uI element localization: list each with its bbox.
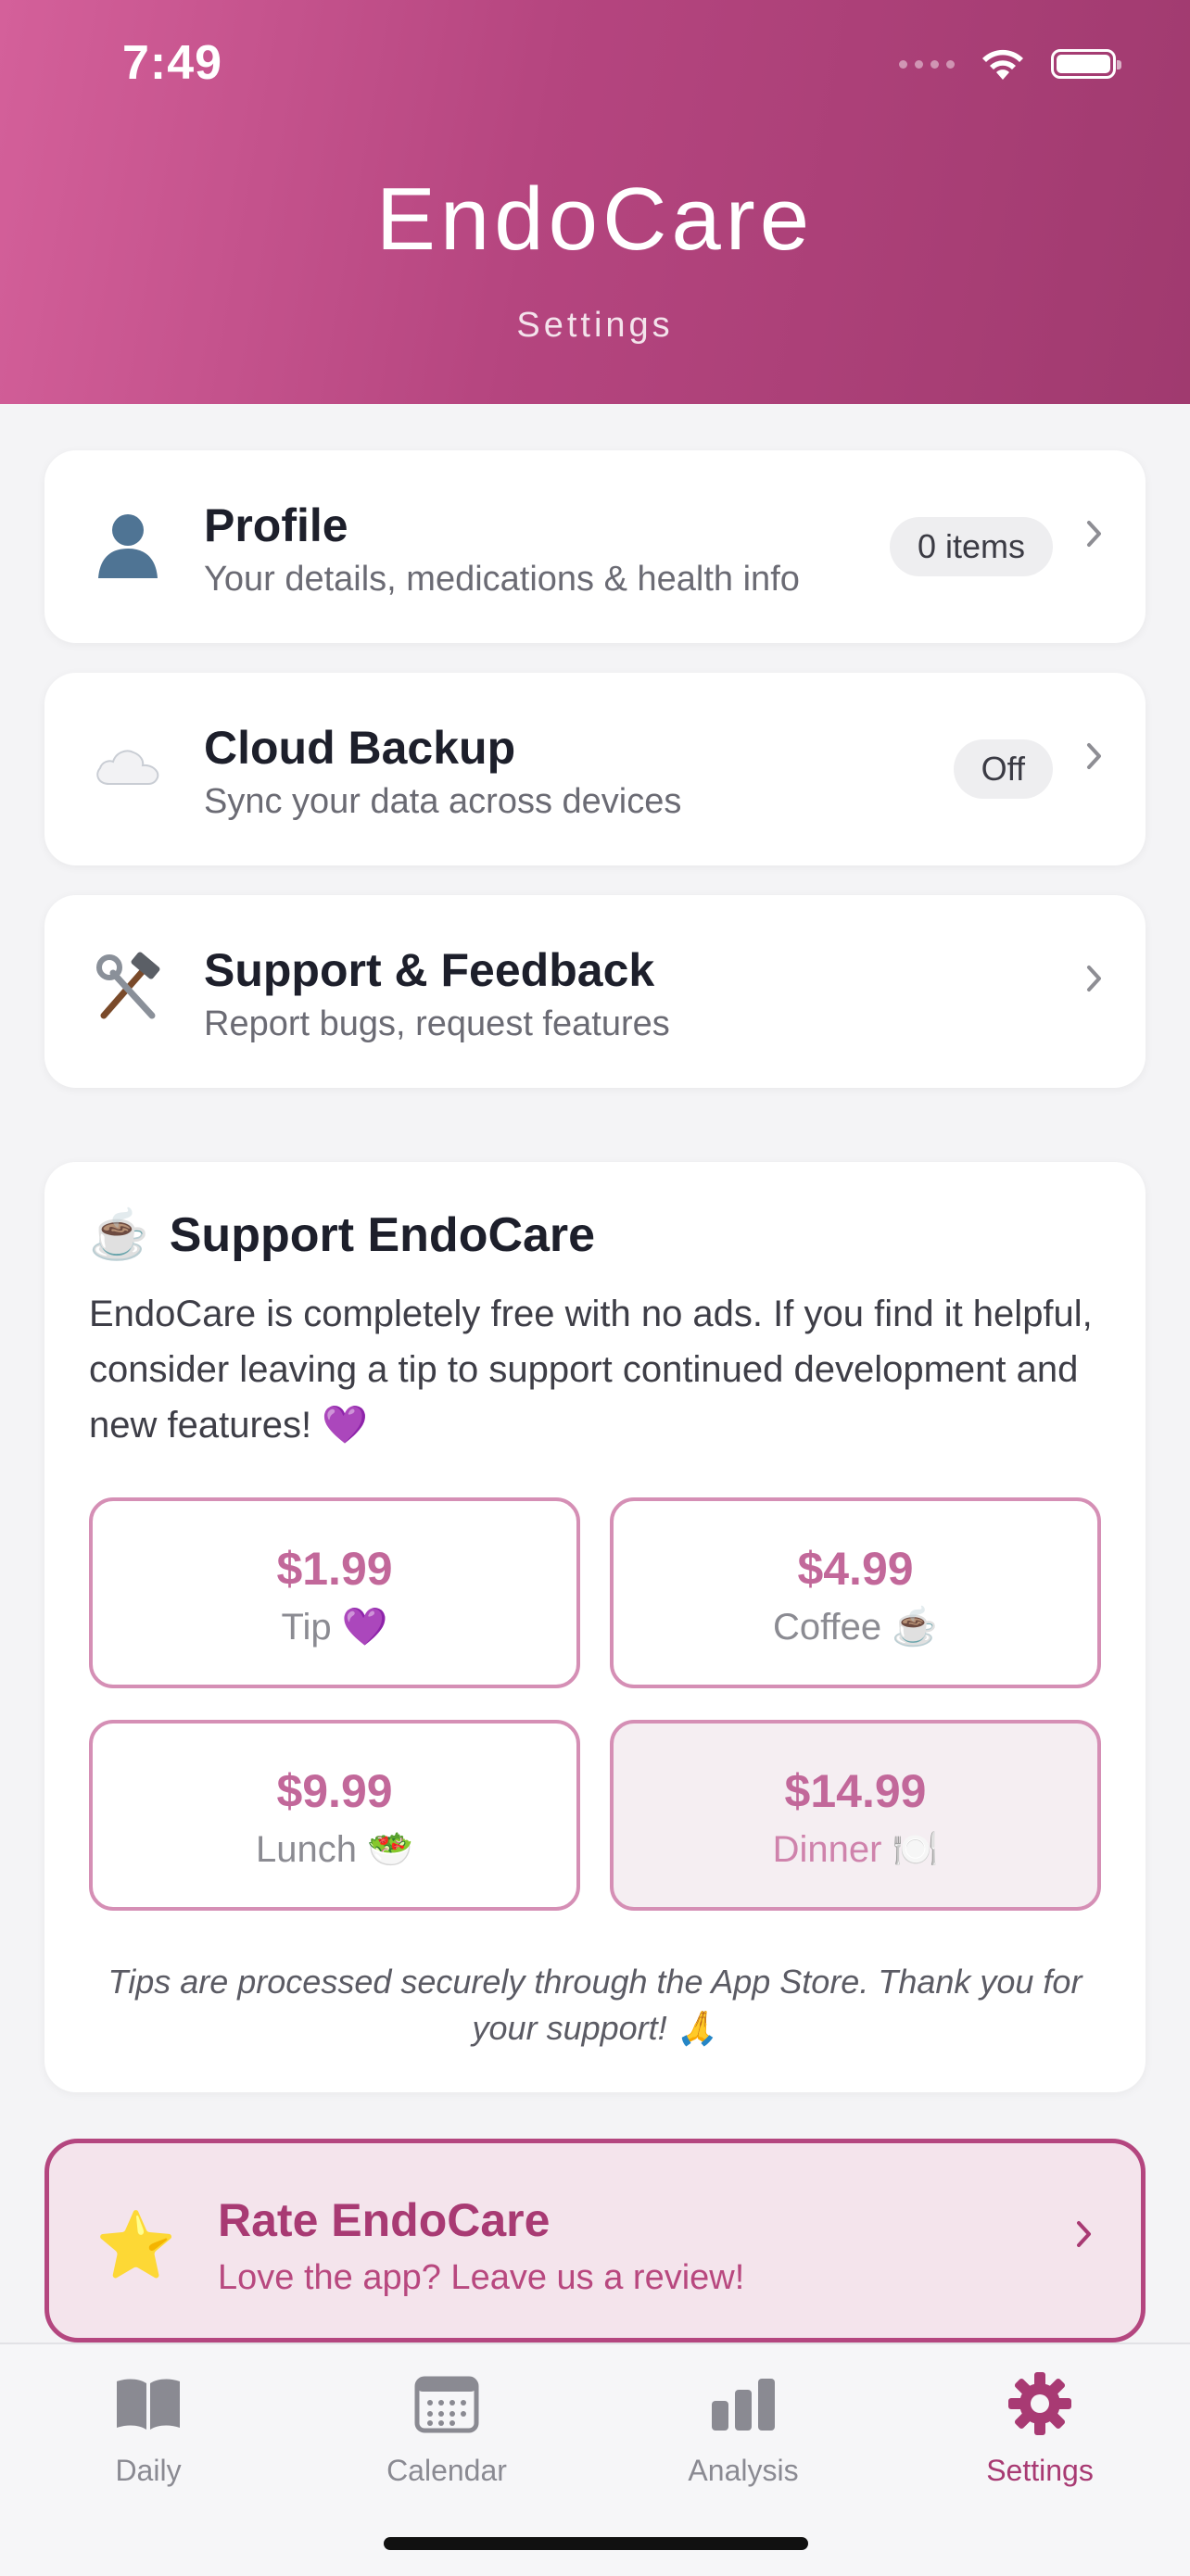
rate-subtitle: Love the app? Leave us a review!: [218, 2258, 745, 2297]
tip-price: $1.99: [276, 1543, 393, 1595]
bar-chart-icon: [641, 2363, 845, 2444]
row-title: Cloud Backup: [204, 722, 516, 774]
tab-analysis[interactable]: Analysis: [641, 2363, 845, 2488]
cloud-icon: [91, 728, 165, 802]
tip-price: $14.99: [784, 1765, 927, 1817]
coffee-icon: ☕: [89, 1208, 149, 1262]
row-title: Profile: [204, 499, 348, 551]
row-subtitle: Your details, medications & health info: [204, 560, 800, 599]
tip-note: Tips are processed securely through the …: [108, 1963, 1082, 2047]
tab-settings[interactable]: Settings: [938, 2363, 1142, 2488]
tip-button-4-99[interactable]: $4.99 Coffee ☕: [610, 1497, 1101, 1688]
wifi-icon: [982, 49, 1023, 80]
tab-label: Analysis: [688, 2454, 799, 2487]
tab-label: Daily: [115, 2454, 182, 2487]
tip-label: Coffee ☕: [772, 1607, 939, 1648]
app-title: EndoCare: [375, 170, 815, 269]
person-silhouette-icon: [91, 506, 165, 580]
cloud-backup-row[interactable]: Cloud Backup Sync your data across devic…: [44, 673, 1146, 865]
support-endocare-card: ☕ Support EndoCare EndoCare is completel…: [44, 1162, 1146, 2092]
row-subtitle: Sync your data across devices: [204, 782, 682, 821]
status-icons: [899, 46, 1121, 82]
cellular-signal-icon: [899, 59, 955, 69]
tab-label: Calendar: [386, 2454, 507, 2487]
tip-button-14-99[interactable]: $14.99 Dinner 🍽️: [610, 1720, 1101, 1911]
page-subtitle: Settings: [516, 306, 674, 345]
battery-icon: [1051, 49, 1121, 79]
tab-label: Settings: [986, 2454, 1094, 2487]
chevron-right-icon: [1087, 966, 1101, 991]
tip-label: Tip 💜: [281, 1607, 388, 1648]
support-title: ☕ Support EndoCare: [89, 1206, 595, 1263]
status-time: 7:49: [122, 36, 223, 90]
row-subtitle: Report bugs, request features: [204, 1004, 670, 1043]
tip-label: Dinner 🍽️: [772, 1829, 939, 1870]
chevron-right-icon: [1087, 743, 1101, 769]
gear-icon: [938, 2363, 1142, 2444]
hammer-wrench-icon: [91, 951, 165, 1025]
tab-calendar[interactable]: Calendar: [345, 2363, 549, 2488]
row-title: Support & Feedback: [204, 944, 655, 996]
chevron-right-icon: [1077, 2221, 1091, 2247]
support-title-text: Support EndoCare: [169, 1207, 596, 1262]
support-description: EndoCare is completely free with no ads.…: [89, 1294, 1093, 1446]
tip-price: $4.99: [797, 1543, 914, 1595]
item-count-badge: 0 items: [889, 517, 1053, 576]
app-header: 7:49 EndoCare Settings: [0, 0, 1190, 404]
tab-daily[interactable]: Daily: [46, 2363, 250, 2488]
tip-price: $9.99: [276, 1765, 393, 1817]
home-indicator: [384, 2537, 808, 2550]
profile-row[interactable]: Profile Your details, medications & heal…: [44, 450, 1146, 643]
chevron-right-icon: [1087, 521, 1101, 547]
tip-button-1-99[interactable]: $1.99 Tip 💜: [89, 1497, 580, 1688]
book-icon: [46, 2363, 250, 2444]
calendar-icon: [345, 2363, 549, 2444]
tip-label: Lunch 🥗: [256, 1829, 413, 1870]
rate-title: Rate EndoCare: [218, 2194, 551, 2246]
tip-button-9-99[interactable]: $9.99 Lunch 🥗: [89, 1720, 580, 1911]
backup-status-badge: Off: [953, 739, 1053, 799]
star-icon: ⭐: [95, 2209, 177, 2281]
rate-endocare-button[interactable]: ⭐ Rate EndoCare Love the app? Leave us a…: [44, 2139, 1146, 2342]
support-feedback-row[interactable]: Support & Feedback Report bugs, request …: [44, 895, 1146, 1088]
